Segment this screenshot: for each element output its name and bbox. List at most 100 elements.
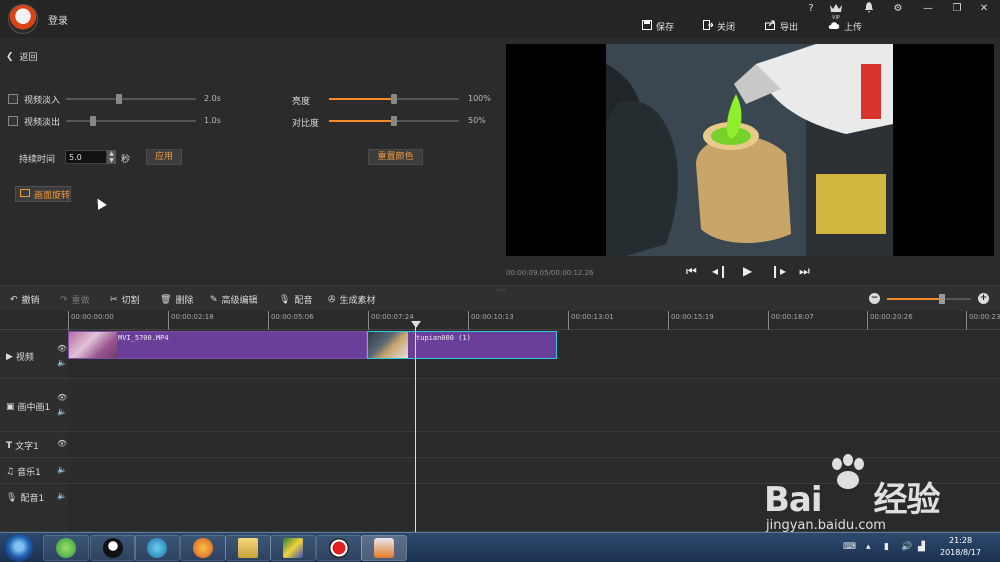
cut-label: 切割 xyxy=(121,296,140,306)
eye-icon[interactable]: 👁 xyxy=(57,439,67,448)
video-preview[interactable] xyxy=(506,44,994,256)
advanced-edit-button[interactable]: ✎ 高级编辑 xyxy=(210,293,258,307)
windows-taskbar: ⌨ ▴ ▮ 🔊 ▟ 21:28 2018/8/17 xyxy=(0,532,1000,562)
zoom-thumb[interactable] xyxy=(939,294,945,304)
eye-icon[interactable]: 👁 xyxy=(57,393,67,402)
login-link[interactable]: 登录 xyxy=(48,12,68,27)
splitter-handle[interactable]: ···· xyxy=(496,286,506,295)
gear-icon[interactable]: ⚙ xyxy=(890,2,906,16)
speaker-icon[interactable]: 🔈 xyxy=(57,465,67,474)
close-window-icon[interactable]: ✕ xyxy=(976,2,992,16)
taskbar-app-6[interactable] xyxy=(270,535,316,561)
clip-name: tupian000 (1) xyxy=(416,334,471,342)
exit-icon xyxy=(703,19,714,33)
minimize-icon[interactable]: — xyxy=(920,2,936,16)
clip-video[interactable]: MVI_5700.MP4 xyxy=(68,331,367,359)
export-icon xyxy=(765,20,776,33)
zoom-out-button[interactable]: − xyxy=(869,293,880,304)
previous-frame-button[interactable]: ◂❙ xyxy=(712,264,728,278)
duration-unit: 秒 xyxy=(121,155,131,165)
mouse-cursor xyxy=(93,196,107,210)
play-square-icon: ▶ xyxy=(6,351,13,362)
undo-icon: ↶ xyxy=(10,294,18,305)
close-button[interactable]: 关闭 xyxy=(703,18,735,34)
cut-button[interactable]: ✂ 切割 xyxy=(110,293,140,307)
dub-track-label: 配音1 xyxy=(20,494,45,504)
dub-button[interactable]: 🎙 配音 xyxy=(279,293,312,307)
duration-input[interactable]: 5.0 xyxy=(65,150,107,164)
upload-button[interactable]: 上传 xyxy=(828,18,862,34)
restore-icon[interactable]: ❐ xyxy=(949,2,965,16)
brightness-thumb[interactable] xyxy=(391,94,397,104)
taskbar-app-1[interactable] xyxy=(43,535,89,561)
speaker-icon[interactable]: 🔈 xyxy=(57,358,67,367)
clip-settings-panel: ❮ 返回 视频淡入 2.0s 视频淡出 1.0s 亮度 100% 对比度 50%… xyxy=(0,38,500,285)
clip-image[interactable]: tupian000 (1) xyxy=(367,331,557,359)
fade-out-thumb[interactable] xyxy=(90,116,96,126)
fade-out-slider[interactable] xyxy=(66,116,196,126)
speaker-icon[interactable]: 🔈 xyxy=(57,407,67,416)
taskbar-app-explorer[interactable] xyxy=(225,535,271,561)
start-button[interactable] xyxy=(4,534,34,562)
contrast-value: 50% xyxy=(468,116,486,125)
skip-to-end-button[interactable]: ⏭ xyxy=(799,264,810,279)
reset-color-button[interactable]: 重置颜色 xyxy=(368,149,423,165)
folder-icon xyxy=(238,538,258,558)
fade-in-slider[interactable] xyxy=(66,94,196,104)
undo-label: 撤销 xyxy=(21,296,40,306)
apply-button[interactable]: 应用 xyxy=(146,149,182,165)
fade-in-checkbox[interactable] xyxy=(8,94,18,104)
brightness-slider[interactable] xyxy=(329,94,459,104)
ruler-tick: 00:00:05:06 xyxy=(268,311,314,330)
record-icon xyxy=(329,538,349,558)
help-icon[interactable]: ? xyxy=(803,2,819,16)
brightness-fill xyxy=(329,98,394,100)
title-bar: 登录 ? VIP ⚙ — ❐ ✕ 保存 关闭 导出 上传 xyxy=(0,0,1000,38)
eye-icon[interactable]: 👁 xyxy=(57,344,67,353)
taskbar-app-firefox[interactable] xyxy=(180,535,226,561)
back-button[interactable]: ❮ 返回 xyxy=(6,50,38,64)
clip-thumbnail xyxy=(69,332,117,358)
playhead[interactable] xyxy=(415,322,416,532)
chevron-left-icon: ❮ xyxy=(6,51,14,62)
text-icon: T xyxy=(6,440,13,451)
duration-stepper[interactable]: ▲ ▼ xyxy=(107,150,116,164)
keyboard-icon[interactable]: ⌨ xyxy=(843,542,856,552)
zoom-in-button[interactable]: + xyxy=(978,293,989,304)
taskbar-app-3[interactable] xyxy=(134,535,180,561)
next-frame-button[interactable]: ❙▸ xyxy=(770,264,786,278)
taskbar-app-qq[interactable] xyxy=(90,535,136,561)
volume-icon[interactable]: 🔊 xyxy=(901,542,912,552)
contrast-slider[interactable] xyxy=(329,116,459,126)
track-text xyxy=(68,432,1000,458)
bell-icon[interactable] xyxy=(861,2,877,16)
zoom-slider[interactable] xyxy=(887,294,971,304)
playhead-handle[interactable] xyxy=(411,321,421,328)
skip-to-start-button[interactable]: ⏮ xyxy=(686,264,697,279)
dub-track-name: 🎙 配音1 xyxy=(6,491,45,505)
fade-in-thumb[interactable] xyxy=(116,94,122,104)
pip-track-name: ▣ 画中画1 xyxy=(6,400,50,414)
play-button[interactable]: ▶ xyxy=(743,264,752,278)
generate-material-button[interactable]: ✇ 生成素材 xyxy=(328,293,376,307)
battery-icon[interactable]: ▮ xyxy=(884,542,889,552)
timeline-ruler[interactable]: 00:00:00:00 00:00:02:18 00:00:05:06 00:0… xyxy=(68,311,1000,330)
taskbar-app-record[interactable] xyxy=(316,535,362,561)
duration-label: 持续时间 xyxy=(19,155,56,165)
network-icon[interactable]: ▟ xyxy=(918,542,925,552)
track-header-pip: ▣ 画中画1 👁 🔈 xyxy=(0,379,68,432)
undo-button[interactable]: ↶ 撤销 xyxy=(10,293,40,307)
ruler-tick: 00:00:15:19 xyxy=(668,311,714,330)
save-button[interactable]: 保存 xyxy=(642,18,674,34)
ruler-tick: 00:00:20:26 xyxy=(867,311,913,330)
redo-button[interactable]: ↷ 重做 xyxy=(60,293,90,307)
contrast-thumb[interactable] xyxy=(391,116,397,126)
chevron-up-icon[interactable]: ▴ xyxy=(866,542,871,552)
rotate-button[interactable]: 画面旋转 xyxy=(15,186,71,202)
system-clock[interactable]: 21:28 2018/8/17 xyxy=(940,535,981,559)
speaker-icon[interactable]: 🔈 xyxy=(57,491,67,500)
fade-out-checkbox[interactable] xyxy=(8,116,18,126)
taskbar-app-editor[interactable] xyxy=(361,535,407,561)
export-button[interactable]: 导出 xyxy=(765,18,798,34)
delete-button[interactable]: 🗑 删除 xyxy=(160,293,193,307)
